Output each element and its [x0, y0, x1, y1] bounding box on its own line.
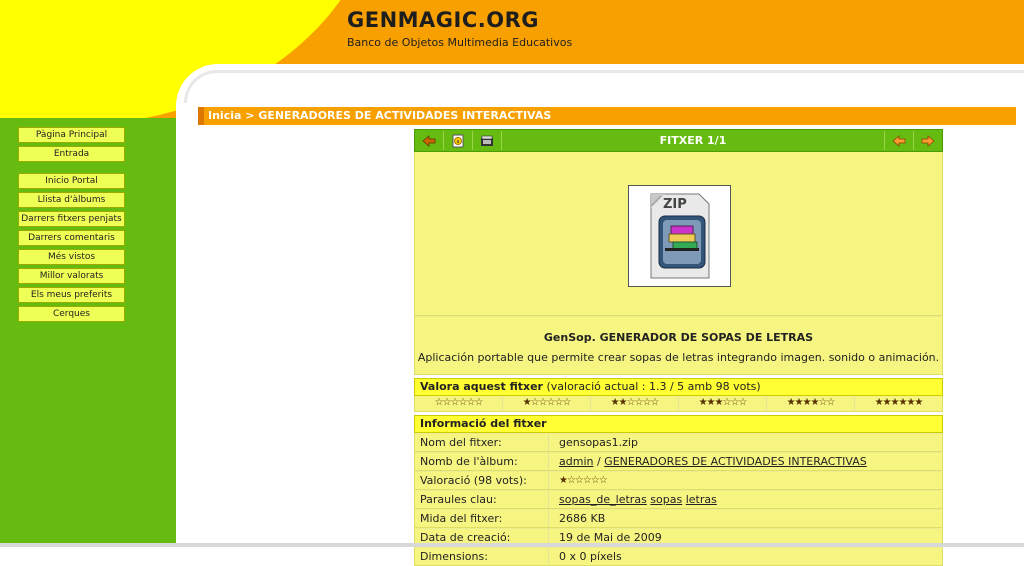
menu-item-album-list[interactable]: Llista d'àlbums [18, 192, 125, 208]
size-label: Mida del fitxer: [415, 510, 549, 527]
window-bottom-edge [0, 543, 1024, 547]
filename-value: gensopas1.zip [559, 436, 638, 449]
info-row-dimensions: Dimensions: 0 x 0 píxels [414, 547, 943, 566]
rate-2-stars[interactable]: ★★☆☆☆☆ [591, 396, 679, 411]
menu-item-last-uploads[interactable]: Darrers fitxers penjats [18, 211, 125, 227]
file-viewer: ZIP [414, 152, 943, 316]
rate-4-stars[interactable]: ★★★★☆☆ [767, 396, 855, 411]
left-sidebar: Pàgina Principal Entrada Inicio Portal L… [0, 118, 178, 547]
keyword-link[interactable]: sopas_de_letras [559, 493, 647, 506]
prev-icon[interactable] [884, 131, 913, 150]
breadcrumb-current[interactable]: GENERADORES DE ACTIVIDADES INTERACTIVAS [258, 109, 551, 122]
zip-file-icon: ZIP [650, 193, 710, 279]
next-icon[interactable] [913, 131, 942, 150]
file-description: Aplicación portable que permite crear so… [417, 351, 940, 364]
rating-header: Valora aquest fitxer (valoració actual :… [414, 378, 943, 396]
album-label: Nomb de l'àlbum: [415, 453, 549, 470]
album-name-link[interactable]: GENERADORES DE ACTIVIDADES INTERACTIVAS [604, 455, 867, 468]
info-row-keywords: Paraules clau: sopas_de_letras sopas let… [414, 490, 943, 509]
info-row-filename: Nom del fitxer: gensopas1.zip [414, 433, 943, 452]
keywords-label: Paraules clau: [415, 491, 549, 508]
file-nav-bar: FITXER 1/1 [414, 129, 943, 152]
menu-item-home[interactable]: Pàgina Principal [18, 127, 125, 143]
menu-item-last-comments[interactable]: Darrers comentaris [18, 230, 125, 246]
rate-0-stars[interactable]: ☆☆☆☆☆☆ [415, 396, 503, 411]
rate-1-star[interactable]: ★☆☆☆☆☆ [503, 396, 591, 411]
main-menu: Pàgina Principal Entrada [18, 127, 125, 165]
menu-item-most-viewed[interactable]: Més vistos [18, 249, 125, 265]
size-value: 2686 KB [559, 512, 606, 525]
breadcrumb-home[interactable]: Inicia [208, 109, 241, 122]
menu-item-login[interactable]: Entrada [18, 146, 125, 162]
menu-item-portal[interactable]: Inicio Portal [18, 173, 125, 189]
breadcrumb-separator: > [241, 109, 259, 122]
back-icon[interactable] [415, 131, 444, 150]
filename-label: Nom del fitxer: [415, 434, 549, 451]
file-title: GenSop. GENERADOR DE SOPAS DE LETRAS [543, 331, 814, 344]
file-counter: FITXER 1/1 [659, 134, 727, 147]
rating-heading: Valora aquest fitxer [420, 380, 543, 393]
rating-label: Valoració (98 vots): [415, 472, 549, 489]
site-title[interactable]: GENMAGIC.ORG [347, 8, 539, 32]
file-caption: GenSop. GENERADOR DE SOPAS DE LETRAS Apl… [414, 316, 943, 375]
menu-item-favorites[interactable]: Els meus preferits [18, 287, 125, 303]
slideshow-icon[interactable] [473, 131, 502, 150]
dimensions-value: 0 x 0 píxels [559, 550, 622, 563]
file-panel: FITXER 1/1 ZIP GenSop. GENERADOR DE SOPA… [414, 129, 943, 566]
breadcrumb: Inicia > GENERADORES DE ACTIVIDADES INTE… [198, 107, 1016, 125]
info-row-rating: Valoració (98 vots): ★☆☆☆☆☆ [414, 471, 943, 490]
rating-options: ☆☆☆☆☆☆ ★☆☆☆☆☆ ★★☆☆☆☆ ★★★☆☆☆ ★★★★☆☆ ★★★★★… [414, 396, 943, 412]
info-icon[interactable] [444, 131, 473, 150]
rate-3-stars[interactable]: ★★★☆☆☆ [679, 396, 767, 411]
rate-5-stars[interactable]: ★★★★★★ [855, 396, 942, 411]
keyword-link[interactable]: sopas [650, 493, 682, 506]
zip-label: ZIP [663, 197, 687, 212]
menu-item-top-rated[interactable]: Millor valorats [18, 268, 125, 284]
info-row-album: Nomb de l'àlbum: admin / GENERADORES DE … [414, 452, 943, 471]
site-subtitle: Banco de Objetos Multimedia Educativos [347, 36, 573, 49]
info-row-size: Mida del fitxer: 2686 KB [414, 509, 943, 528]
file-thumbnail[interactable]: ZIP [628, 185, 731, 287]
keyword-link[interactable]: letras [686, 493, 717, 506]
info-header: Informació del fitxer [414, 415, 943, 433]
rating-current: (valoració actual : 1.3 / 5 amb 98 vots) [546, 380, 761, 393]
album-owner-link[interactable]: admin [559, 455, 593, 468]
menu-item-search[interactable]: Cerques [18, 306, 125, 322]
album-menu: Inicio Portal Llista d'àlbums Darrers fi… [18, 173, 125, 325]
rating-value: ★☆☆☆☆☆ [559, 475, 608, 486]
album-value: admin / GENERADORES DE ACTIVIDADES INTER… [549, 453, 942, 470]
album-separator: / [593, 455, 605, 468]
keywords-value: sopas_de_letras sopas letras [549, 491, 942, 508]
dimensions-label: Dimensions: [415, 548, 549, 565]
